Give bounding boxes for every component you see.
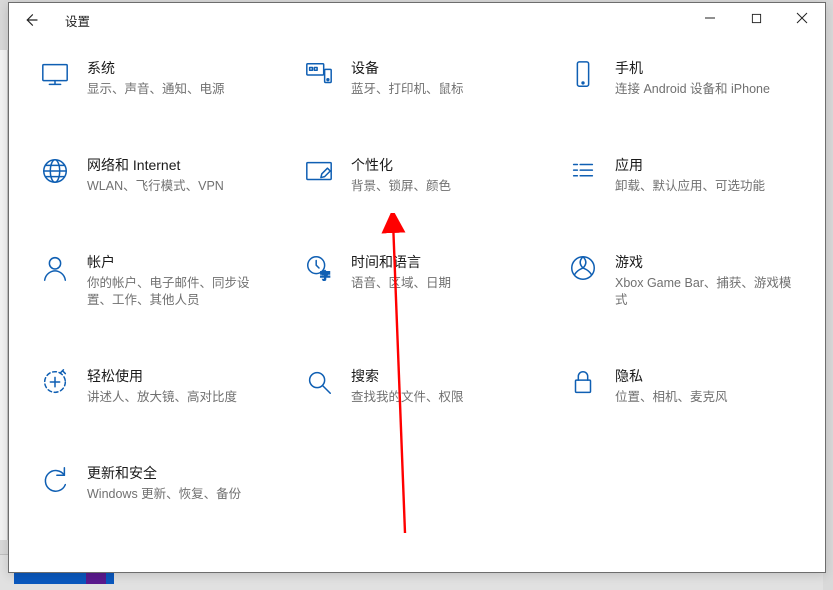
close-button[interactable] (779, 3, 825, 33)
category-text: 手机连接 Android 设备和 iPhone (605, 59, 770, 98)
phone-icon (561, 59, 605, 89)
svg-text:字: 字 (320, 269, 330, 282)
category-desc: 位置、相机、麦克风 (615, 389, 728, 406)
category-title: 帐户 (87, 253, 267, 271)
category-gaming[interactable]: 游戏 Xbox Game Bar、捕获、游戏模式 (561, 253, 817, 309)
category-title: 网络和 Internet (87, 156, 224, 174)
window-controls (687, 3, 825, 33)
category-privacy[interactable]: 隐私位置、相机、麦克风 (561, 367, 817, 406)
category-text: 个性化背景、锁屏、颜色 (341, 156, 451, 195)
category-personalization[interactable]: 个性化背景、锁屏、颜色 (297, 156, 553, 195)
personalization-icon (297, 156, 341, 186)
category-title: 轻松使用 (87, 367, 237, 385)
category-phone[interactable]: 手机连接 Android 设备和 iPhone (561, 59, 817, 98)
category-text: 设备蓝牙、打印机、鼠标 (341, 59, 464, 98)
privacy-icon (561, 367, 605, 397)
category-time[interactable]: 字时间和语言语音、区域、日期 (297, 253, 553, 309)
category-title: 更新和安全 (87, 464, 241, 482)
category-title: 搜索 (351, 367, 464, 385)
category-text: 帐户你的帐户、电子邮件、同步设置、工作、其他人员 (77, 253, 267, 309)
minimize-icon (704, 12, 716, 24)
category-network[interactable]: 网络和 Internet WLAN、飞行模式、VPN (33, 156, 289, 195)
category-apps[interactable]: 应用卸载、默认应用、可选功能 (561, 156, 817, 195)
network-icon (33, 156, 77, 186)
category-title: 时间和语言 (351, 253, 451, 271)
close-icon (796, 12, 808, 24)
update-icon (33, 464, 77, 494)
category-update[interactable]: 更新和安全 Windows 更新、恢复、备份 (33, 464, 289, 503)
accounts-icon (33, 253, 77, 283)
settings-window: 设置 系统显示、声音、通知、电源 设备蓝牙、打印机、鼠标 手机连接 Android … (8, 2, 826, 573)
category-text: 搜索查找我的文件、权限 (341, 367, 464, 406)
system-icon (33, 59, 77, 89)
category-desc: 卸载、默认应用、可选功能 (615, 178, 765, 195)
category-title: 隐私 (615, 367, 728, 385)
category-text: 更新和安全 Windows 更新、恢复、备份 (77, 464, 241, 503)
category-desc: 连接 Android 设备和 iPhone (615, 81, 770, 98)
devices-icon (297, 59, 341, 89)
search-icon (297, 367, 341, 397)
category-desc: 语音、区域、日期 (351, 275, 451, 292)
category-devices[interactable]: 设备蓝牙、打印机、鼠标 (297, 59, 553, 98)
category-text: 轻松使用讲述人、放大镜、高对比度 (77, 367, 237, 406)
category-desc: 查找我的文件、权限 (351, 389, 464, 406)
category-search[interactable]: 搜索查找我的文件、权限 (297, 367, 553, 406)
category-title: 游戏 (615, 253, 795, 271)
category-title: 应用 (615, 156, 765, 174)
category-text: 应用卸载、默认应用、可选功能 (605, 156, 765, 195)
gaming-icon (561, 253, 605, 283)
category-accounts[interactable]: 帐户你的帐户、电子邮件、同步设置、工作、其他人员 (33, 253, 289, 309)
content-area: 系统显示、声音、通知、电源 设备蓝牙、打印机、鼠标 手机连接 Android 设备和… (9, 37, 825, 503)
category-title: 手机 (615, 59, 770, 77)
category-desc: 蓝牙、打印机、鼠标 (351, 81, 464, 98)
category-text: 时间和语言语音、区域、日期 (341, 253, 451, 292)
maximize-button[interactable] (733, 3, 779, 33)
arrow-left-icon (22, 11, 40, 29)
apps-icon (561, 156, 605, 186)
category-text: 游戏 Xbox Game Bar、捕获、游戏模式 (605, 253, 795, 309)
category-ease[interactable]: 轻松使用讲述人、放大镜、高对比度 (33, 367, 289, 406)
category-text: 系统显示、声音、通知、电源 (77, 59, 225, 98)
back-button[interactable] (9, 5, 53, 35)
category-text: 隐私位置、相机、麦克风 (605, 367, 728, 406)
titlebar: 设置 (9, 3, 825, 37)
categories-grid: 系统显示、声音、通知、电源 设备蓝牙、打印机、鼠标 手机连接 Android 设备和… (33, 59, 815, 503)
category-desc: Windows 更新、恢复、备份 (87, 486, 241, 503)
category-desc: 显示、声音、通知、电源 (87, 81, 225, 98)
maximize-icon (751, 13, 762, 24)
ease-icon (33, 367, 77, 397)
category-desc: 讲述人、放大镜、高对比度 (87, 389, 237, 406)
window-title: 设置 (65, 11, 90, 30)
category-desc: 你的帐户、电子邮件、同步设置、工作、其他人员 (87, 275, 267, 309)
category-title: 个性化 (351, 156, 451, 174)
category-desc: WLAN、飞行模式、VPN (87, 178, 224, 195)
category-desc: Xbox Game Bar、捕获、游戏模式 (615, 275, 795, 309)
category-desc: 背景、锁屏、颜色 (351, 178, 451, 195)
category-text: 网络和 Internet WLAN、飞行模式、VPN (77, 156, 224, 195)
category-title: 设备 (351, 59, 464, 77)
category-system[interactable]: 系统显示、声音、通知、电源 (33, 59, 289, 98)
background-window-edge (0, 50, 8, 540)
minimize-button[interactable] (687, 3, 733, 33)
category-title: 系统 (87, 59, 225, 77)
time-icon: 字 (297, 253, 341, 283)
